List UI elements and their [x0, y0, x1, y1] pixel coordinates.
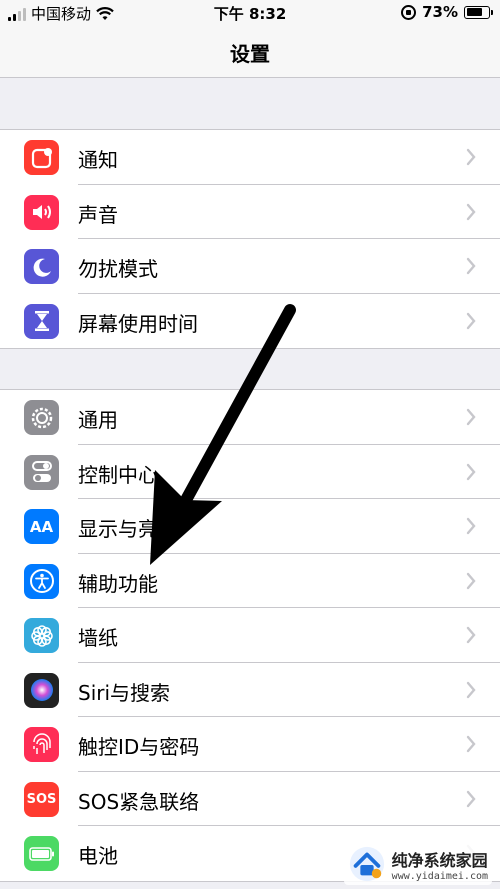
settings-row-touch-id[interactable]: 触控ID与密码: [0, 717, 500, 772]
watermark-logo-icon: [349, 846, 384, 882]
sos-icon: SOS: [24, 781, 59, 817]
settings-row-do-not-disturb[interactable]: 勿扰模式: [0, 239, 500, 294]
rotation-lock-icon: [401, 4, 417, 20]
settings-row-label: 通用: [78, 408, 118, 432]
chevron-right-icon: [466, 626, 476, 644]
settings-row-display[interactable]: AA 显示与亮度: [0, 499, 500, 554]
notifications-icon: [24, 140, 59, 175]
settings-group-2: 通用 控制中心 AA 显示与亮度 辅助功能 墙纸 Siri与搜索 触控ID与密码…: [0, 389, 500, 882]
chevron-right-icon: [466, 517, 476, 535]
settings-row-siri[interactable]: Siri与搜索: [0, 663, 500, 717]
watermark: 纯净系统家园 www.yidaimei.com: [343, 843, 492, 885]
settings-row-label: Siri与搜索: [78, 680, 171, 705]
settings-row-general[interactable]: 通用: [0, 390, 500, 445]
display-icon-text: AA: [29, 517, 54, 536]
page-title: 设置: [230, 42, 270, 66]
settings-row-control-center[interactable]: 控制中心: [0, 445, 500, 499]
settings-row-notifications[interactable]: 通知: [0, 130, 500, 185]
flower-icon: [24, 618, 59, 653]
chevron-right-icon: [466, 572, 476, 589]
settings-row-label: 勿扰模式: [78, 257, 158, 281]
watermark-url: www.yidaimei.com: [391, 870, 488, 882]
fingerprint-icon: [24, 727, 59, 762]
settings-row-label: SOS紧急联络: [78, 789, 200, 814]
settings-row-label: 声音: [78, 202, 118, 227]
battery-indicator-icon: [464, 5, 493, 19]
accessibility-icon: [24, 563, 59, 599]
settings-row-label: 辅助功能: [78, 571, 158, 596]
chevron-right-icon: [466, 735, 476, 753]
moon-icon: [24, 249, 59, 284]
chevron-right-icon: [466, 203, 476, 220]
settings-row-label: 显示与亮度: [78, 517, 178, 541]
control-center-icon: [24, 454, 59, 490]
chevron-right-icon: [466, 257, 476, 275]
settings-row-emergency-sos[interactable]: SOS SOS紧急联络: [0, 772, 500, 826]
chevron-right-icon: [466, 790, 476, 807]
status-bar: 中国移动 下午 8:32 73%: [0, 0, 500, 26]
settings-row-sound[interactable]: 声音: [0, 185, 500, 239]
sos-icon-text: SOS: [26, 791, 57, 807]
gear-icon: [24, 400, 59, 435]
navigation-bar: 设置: [0, 26, 500, 78]
chevron-right-icon: [466, 312, 476, 329]
settings-row-label: 屏幕使用时间: [78, 311, 198, 336]
chevron-right-icon: [466, 681, 476, 698]
hourglass-icon: [24, 303, 59, 339]
sound-icon: [24, 194, 59, 230]
settings-row-wallpaper[interactable]: 墙纸: [0, 608, 500, 663]
battery-percent: 73%: [422, 3, 458, 21]
settings-row-label: 电池: [78, 844, 118, 868]
settings-row-screen-time[interactable]: 屏幕使用时间: [0, 294, 500, 349]
settings-row-accessibility[interactable]: 辅助功能: [0, 554, 500, 608]
chevron-right-icon: [466, 463, 476, 480]
battery-icon: [24, 836, 59, 871]
settings-row-label: 通知: [78, 148, 118, 172]
chevron-right-icon: [466, 148, 476, 166]
settings-row-label: 触控ID与密码: [78, 735, 200, 759]
watermark-title: 纯净系统家园: [391, 850, 488, 870]
chevron-right-icon: [466, 408, 476, 426]
display-brightness-icon: AA: [24, 509, 59, 544]
settings-group-1: 通知 声音 勿扰模式 屏幕使用时间: [0, 129, 500, 349]
settings-row-label: 控制中心: [78, 462, 158, 487]
settings-row-label: 墙纸: [78, 626, 118, 650]
siri-icon: [24, 672, 59, 708]
